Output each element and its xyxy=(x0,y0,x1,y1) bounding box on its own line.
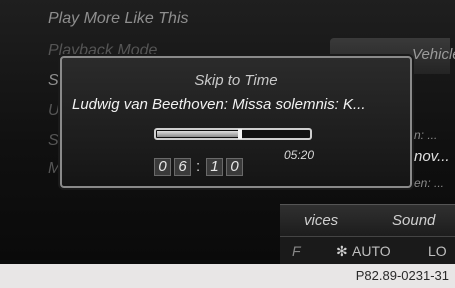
time-colon: : xyxy=(196,158,201,175)
menu-item-play-more-like-this[interactable]: Play More Like This xyxy=(48,10,189,28)
figure-caption: P82.89-0231-31 xyxy=(0,264,455,288)
time-digit-seconds-ones[interactable]: 0 xyxy=(226,158,243,176)
progress-fill xyxy=(157,131,241,137)
time-digit-minutes-ones[interactable]: 6 xyxy=(174,158,191,176)
right-fragment-3: en: ... xyxy=(414,176,445,190)
progress-bar[interactable] xyxy=(154,128,312,140)
time-digit-minutes-tens[interactable]: 0 xyxy=(154,158,171,176)
tab-services[interactable]: vices xyxy=(304,212,338,229)
vehicle-label: Vehicle xyxy=(412,46,455,63)
climate-left-fragment: F xyxy=(292,243,301,259)
figure-id: P82.89-0231-31 xyxy=(355,268,449,283)
fan-icon: ✻ xyxy=(336,243,348,259)
time-digit-seconds-tens[interactable]: 1 xyxy=(206,158,223,176)
right-fragment-1: n: ... xyxy=(414,128,438,142)
head-unit-screen: Play More Like This Playback Mode S U S … xyxy=(0,0,455,264)
auto-label: AUTO xyxy=(352,243,391,259)
dialog-title: Skip to Time xyxy=(194,72,278,89)
track-title: Ludwig van Beethoven: Missa solemnis: K.… xyxy=(72,96,366,113)
progress-knob[interactable] xyxy=(238,129,242,139)
menu-item-3[interactable]: S xyxy=(48,72,59,90)
climate-status-bar: F ✻ AUTO LO xyxy=(280,236,455,264)
total-time: 05:20 xyxy=(284,148,315,162)
right-fragment-2: nov... xyxy=(414,148,450,165)
menu-item-5[interactable]: S xyxy=(48,132,59,150)
bottom-tab-bar: vices Sound xyxy=(280,204,455,237)
skip-to-time-dialog: Skip to Time Ludwig van Beethoven: Missa… xyxy=(60,56,412,188)
menu-item-4[interactable]: U xyxy=(48,102,60,120)
temperature-lo-label: LO xyxy=(428,243,447,259)
tab-sound[interactable]: Sound xyxy=(392,212,435,229)
